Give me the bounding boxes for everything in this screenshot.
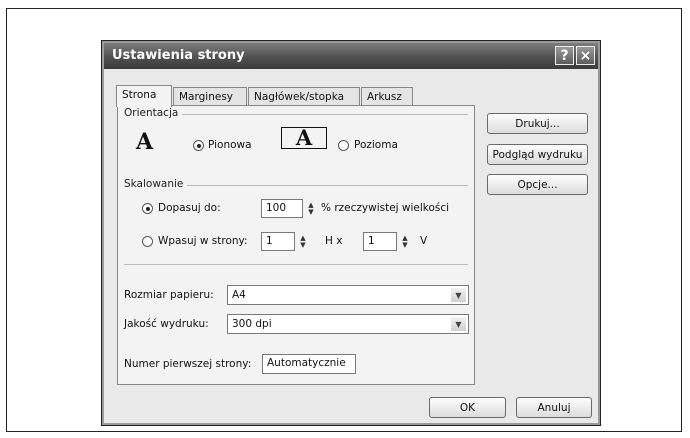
adjust-to-radio[interactable]: [142, 203, 153, 214]
fit-tall-unit: V: [420, 235, 428, 247]
paper-size-select[interactable]: A4 ▼: [227, 285, 469, 305]
fit-wide-unit: H x: [325, 235, 343, 247]
first-page-number-label: Numer pierwszej strony:: [124, 358, 252, 370]
fit-tall-spinner[interactable]: ▲ ▼: [397, 232, 413, 251]
first-page-number-input[interactable]: Automatycznie: [262, 354, 356, 374]
landscape-page-icon: A: [281, 127, 327, 149]
tab-marginesy[interactable]: Marginesy: [173, 87, 247, 106]
paper-size-chevron-down-icon[interactable]: ▼: [451, 288, 466, 302]
adjust-to-label[interactable]: Dopasuj do:: [158, 202, 221, 214]
landscape-radio[interactable]: [338, 140, 349, 151]
portrait-radio[interactable]: [193, 140, 204, 151]
options-button[interactable]: Opcje...: [487, 174, 588, 195]
tab-strona[interactable]: Strona: [116, 85, 172, 107]
print-preview-button[interactable]: Podgląd wydruku: [487, 144, 588, 165]
figure-frame: Ustawienia strony ? × Strona Marginesy N…: [6, 8, 682, 432]
print-quality-chevron-down-icon[interactable]: ▼: [451, 317, 466, 331]
landscape-label[interactable]: Pozioma: [354, 139, 398, 151]
tab-arkusz[interactable]: Arkusz: [361, 87, 413, 106]
help-icon[interactable]: ?: [555, 46, 574, 65]
print-quality-value: 300 dpi: [232, 318, 272, 330]
ok-button[interactable]: OK: [429, 397, 506, 418]
tab-naglowek-stopka[interactable]: Nagłówek/stopka: [248, 87, 360, 106]
print-quality-select[interactable]: 300 dpi ▼: [227, 314, 469, 334]
strona-panel: Orientacja A Pionowa A Pozioma Skalowani…: [117, 105, 475, 385]
print-button[interactable]: Drukuj...: [487, 113, 588, 134]
fit-to-radio[interactable]: [142, 236, 153, 247]
paper-size-value: A4: [232, 289, 246, 301]
fit-wide-spinner[interactable]: ▲ ▼: [295, 232, 311, 251]
adjust-percent-suffix: % rzeczywistej wielkości: [321, 202, 450, 214]
title-bar[interactable]: Ustawienia strony ? ×: [104, 43, 598, 69]
dialog-title: Ustawienia strony: [112, 48, 245, 63]
portrait-label[interactable]: Pionowa: [208, 139, 252, 151]
paper-size-label: Rozmiar papieru:: [124, 289, 214, 301]
scaling-group-label: Skalowanie: [124, 178, 188, 190]
orientation-group-label: Orientacja: [124, 107, 183, 119]
portrait-page-icon: A: [136, 129, 154, 155]
adjust-percent-spinner[interactable]: ▲ ▼: [303, 199, 319, 218]
print-quality-label: Jakość wydruku:: [124, 318, 209, 330]
cancel-button[interactable]: Anuluj: [516, 397, 592, 418]
close-icon[interactable]: ×: [576, 46, 595, 65]
paper-divider: [124, 264, 468, 265]
fit-wide-input[interactable]: 1: [261, 232, 295, 251]
adjust-percent-input[interactable]: 100: [261, 199, 303, 218]
fit-tall-input[interactable]: 1: [363, 232, 397, 251]
page-setup-dialog: Ustawienia strony ? × Strona Marginesy N…: [101, 40, 601, 426]
fit-to-label[interactable]: Wpasuj w strony:: [158, 235, 248, 247]
